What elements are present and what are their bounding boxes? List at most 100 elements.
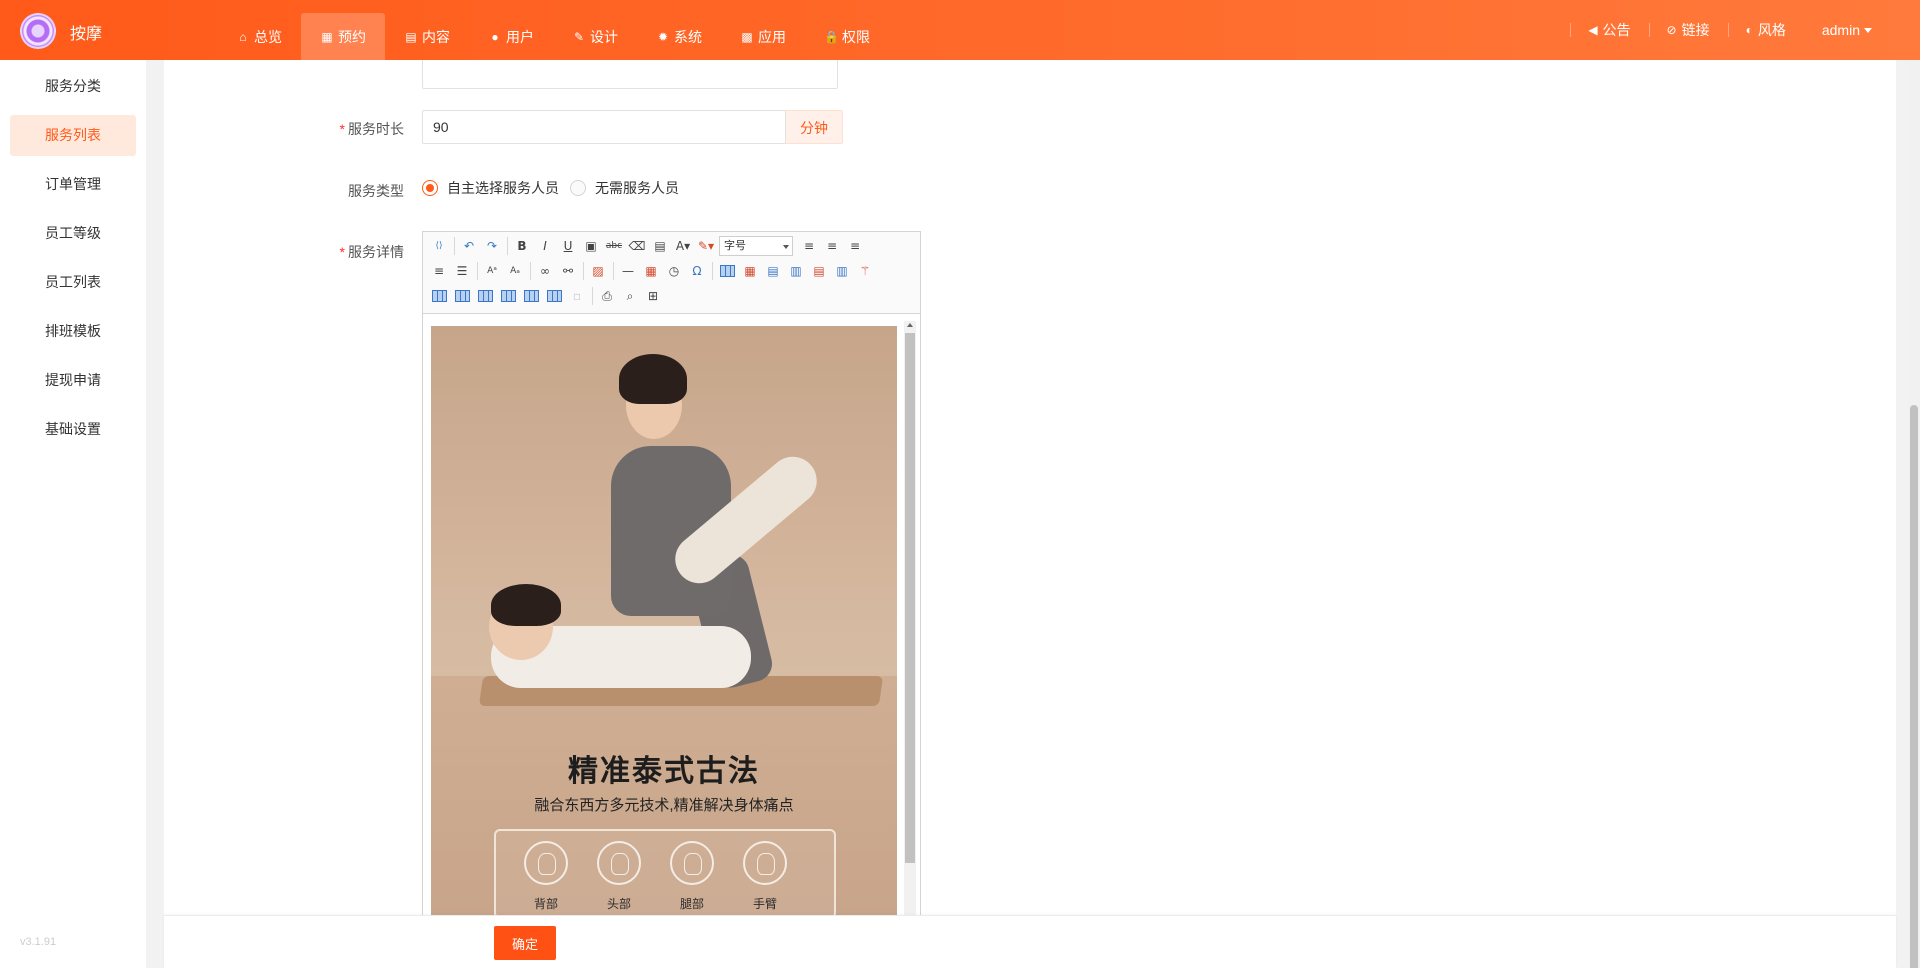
grid-icon: ▩ — [741, 29, 753, 44]
table-delete-icon[interactable]: ▦ — [740, 261, 760, 281]
italic-button[interactable]: I — [535, 236, 555, 256]
redo-button[interactable]: ↷ — [482, 236, 502, 256]
font-border-button[interactable]: ▣ — [581, 236, 601, 256]
table-delete-row-icon[interactable]: ▤ — [809, 261, 829, 281]
theme-link[interactable]: ◐ 风格 — [1727, 20, 1804, 40]
table-icon[interactable] — [717, 261, 737, 281]
sidebar-item-settings[interactable]: 基础设置 — [10, 409, 136, 450]
align-justify-icon[interactable]: ☰ — [452, 261, 472, 281]
theme-label: 风格 — [1757, 22, 1786, 38]
page-scrollbar[interactable] — [1908, 60, 1920, 968]
sidebar-item-service-category[interactable]: 服务分类 — [10, 66, 136, 107]
nav-label: 权限 — [842, 28, 870, 45]
search-replace-icon[interactable]: ⊞ — [643, 286, 663, 306]
table-split-cols-icon[interactable] — [544, 286, 564, 306]
user-icon: ● — [491, 29, 499, 44]
palette-icon: ◐ — [1745, 23, 1753, 37]
sidebar-item-staff-list[interactable]: 员工列表 — [10, 262, 136, 303]
time-icon[interactable]: ◷ — [664, 261, 684, 281]
eraser-icon[interactable]: ⌫ — [627, 236, 647, 256]
scroll-thumb[interactable] — [905, 333, 915, 863]
table-split-icon[interactable]: ⚚ — [855, 261, 875, 281]
paste-icon[interactable]: ▤ — [650, 236, 670, 256]
table-delete-col-icon[interactable]: ▥ — [832, 261, 852, 281]
confirm-button[interactable]: 确定 — [494, 926, 556, 960]
required-mark: * — [339, 244, 345, 260]
special-char-icon[interactable]: Ω — [687, 261, 707, 281]
strikethrough-button[interactable]: abc — [604, 236, 624, 256]
caret-down-icon — [1864, 27, 1872, 33]
align-left-icon[interactable]: ≡ — [822, 236, 842, 256]
divider — [1570, 23, 1572, 37]
page-scroll-thumb[interactable] — [1910, 405, 1918, 968]
radio-no-staff[interactable]: 无需服务人员 — [570, 178, 679, 198]
nav-design[interactable]: ✎ 设计 — [553, 13, 637, 60]
logo[interactable] — [20, 13, 56, 49]
nav-overview[interactable]: ⌂ 总览 — [217, 13, 301, 60]
arms-icon — [743, 841, 787, 885]
sidebar-item-withdrawal[interactable]: 提现申请 — [10, 360, 136, 401]
indent-icon[interactable]: ≡ — [799, 236, 819, 256]
detail-label-text: 服务详情 — [348, 244, 404, 260]
print-icon[interactable]: ⎙ — [597, 286, 617, 306]
nav-booking[interactable]: ▦ 预约 — [301, 13, 385, 60]
font-size-select[interactable]: 字号 — [719, 236, 793, 256]
legs-icon — [670, 841, 714, 885]
sidebar: 服务分类 服务列表 订单管理 员工等级 员工列表 排班模板 提现申请 基础设置 … — [0, 60, 146, 968]
radio-self-select[interactable]: 自主选择服务人员 — [422, 178, 559, 198]
divider — [1648, 23, 1650, 37]
announcement-link[interactable]: ◀ 公告 — [1570, 20, 1648, 40]
toolbar-separator — [530, 262, 531, 280]
align-center-icon[interactable]: ≡ — [845, 236, 865, 256]
table-split-cells-icon[interactable] — [498, 286, 518, 306]
bold-button[interactable]: B — [512, 236, 532, 256]
highlight-button[interactable]: ✎▾ — [696, 236, 716, 256]
sidebar-item-service-list[interactable]: 服务列表 — [10, 115, 136, 156]
image-icon[interactable]: ▨ — [588, 261, 608, 281]
unlink-icon[interactable]: ⚯ — [558, 261, 578, 281]
sidebar-item-schedule-template[interactable]: 排班模板 — [10, 311, 136, 352]
nav-users[interactable]: ● 用户 — [469, 13, 553, 60]
html-source-button[interactable]: ⟨⟩ — [429, 236, 449, 256]
table-insert-row-icon[interactable]: ▤ — [763, 261, 783, 281]
table-merge-down-icon[interactable] — [475, 286, 495, 306]
table-insert-col-icon[interactable]: ▥ — [786, 261, 806, 281]
toolbar-separator — [712, 262, 713, 280]
undo-button[interactable]: ↶ — [459, 236, 479, 256]
divider — [1727, 23, 1729, 37]
editor-content[interactable]: 精准泰式古法 融合东西方多元技术,精准解决身体痛点 背部 头部 腿部 手臂 — [423, 315, 920, 917]
table-split-rows-icon[interactable] — [521, 286, 541, 306]
editor-scrollbar[interactable] — [904, 321, 916, 917]
sidebar-item-orders[interactable]: 订单管理 — [10, 164, 136, 205]
calendar-icon: ▦ — [321, 29, 333, 44]
part-legs: 腿部 — [662, 841, 722, 912]
links-link[interactable]: ⊘ 链接 — [1648, 20, 1728, 40]
table-merge-right-icon[interactable] — [452, 286, 472, 306]
poster-title: 精准泰式古法 — [568, 754, 760, 789]
underline-button[interactable]: U — [558, 236, 578, 256]
textarea-field[interactable] — [422, 60, 838, 89]
nav-apps[interactable]: ▩ 应用 — [721, 13, 805, 60]
font-color-button[interactable]: A▾ — [673, 236, 693, 256]
scroll-up-icon[interactable] — [907, 323, 913, 327]
nav-permissions[interactable]: 🔒 权限 — [805, 13, 889, 60]
bottom-action-bar: 确定 — [164, 915, 1896, 968]
duration-input[interactable] — [422, 110, 786, 144]
part-label: 背部 — [533, 897, 558, 911]
version-text: v3.1.91 — [20, 936, 57, 948]
user-menu[interactable]: admin — [1804, 22, 1890, 38]
table-merge-icon[interactable] — [429, 286, 449, 306]
nav-system[interactable]: ✹ 系统 — [637, 13, 721, 60]
part-label: 手臂 — [752, 897, 777, 911]
align-right-icon[interactable]: ≡ — [429, 261, 449, 281]
preview-icon[interactable]: ⌕ — [620, 286, 640, 306]
date-icon[interactable]: ▦ — [641, 261, 661, 281]
link-icon[interactable]: ∞ — [535, 261, 555, 281]
subscript-button[interactable]: Aₐ — [505, 261, 525, 281]
horizontal-rule-icon[interactable]: — — [618, 261, 638, 281]
toolbar-separator — [454, 237, 455, 255]
nav-label: 内容 — [422, 28, 450, 45]
nav-content[interactable]: ▤ 内容 — [385, 13, 469, 60]
superscript-button[interactable]: Aᵃ — [482, 261, 502, 281]
sidebar-item-staff-level[interactable]: 员工等级 — [10, 213, 136, 254]
